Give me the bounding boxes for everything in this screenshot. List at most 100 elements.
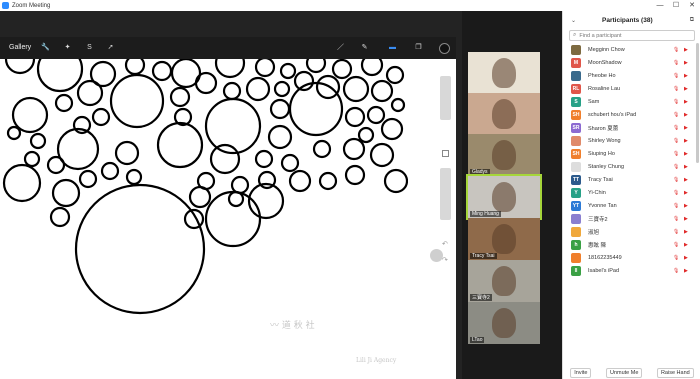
eyedropper-button[interactable] xyxy=(442,150,449,157)
window-controls: — ☐ ✕ xyxy=(652,0,700,11)
participant-name: Sharon 夏蕾 xyxy=(588,125,619,132)
close-button[interactable]: ✕ xyxy=(684,0,700,11)
participant-row[interactable]: II Isabel's iPad 🎙 ▶ xyxy=(563,264,695,277)
participant-row[interactable]: Pheobe Ho 🎙 ▶ xyxy=(563,69,695,82)
invite-button[interactable]: Invite xyxy=(570,368,592,378)
cursor-indicator xyxy=(430,249,443,262)
smudge-icon[interactable]: ✎ xyxy=(360,43,369,52)
collapse-chevron-icon[interactable]: ⌄ xyxy=(571,17,576,24)
muted-mic-icon: 🎙 xyxy=(673,124,680,131)
participant-name: 惠眩 陳 xyxy=(588,242,607,249)
avatar: S xyxy=(571,96,581,107)
video-tile-name: 三寶寺2 xyxy=(470,294,492,301)
video-off-icon: ▶ xyxy=(684,59,688,66)
participant-row[interactable]: TT Tracy Tsai 🎙 ▶ xyxy=(563,173,695,186)
participant-name: 18162235449 xyxy=(588,254,622,261)
redo-button[interactable]: ↷ xyxy=(442,256,448,264)
participant-row[interactable]: Shirley Wong 🎙 ▶ xyxy=(563,134,695,147)
muted-mic-icon: 🎙 xyxy=(673,241,680,248)
participant-video xyxy=(492,140,516,170)
participant-name: Siuping Ho xyxy=(588,150,615,157)
video-off-icon: ▶ xyxy=(684,241,688,248)
participant-name: Pheobe Ho xyxy=(588,72,616,79)
muted-mic-icon: 🎙 xyxy=(673,85,680,92)
participant-row[interactable]: YT Yvonne Tan 🎙 ▶ xyxy=(563,199,695,212)
unmute-me-button[interactable]: Unmute Me xyxy=(605,368,643,378)
muted-mic-icon: 🎙 xyxy=(673,176,680,183)
participant-name: schubert hou's iPad xyxy=(588,111,637,118)
video-off-icon: ▶ xyxy=(684,150,688,157)
participant-row[interactable]: S Sam 🎙 ▶ xyxy=(563,95,695,108)
video-tile[interactable] xyxy=(468,93,540,135)
participant-row[interactable]: Y Yi-Chin 🎙 ▶ xyxy=(563,186,695,199)
participant-row[interactable]: SR Sharon 夏蕾 🎙 ▶ xyxy=(563,121,695,134)
video-tile[interactable]: Tracy Tsai xyxy=(468,218,540,260)
avatar: RL xyxy=(571,83,581,94)
video-off-icon: ▶ xyxy=(684,46,688,53)
eraser-icon[interactable]: ▬ xyxy=(388,43,397,52)
video-off-icon: ▶ xyxy=(684,163,688,170)
muted-mic-icon: 🎙 xyxy=(673,189,680,196)
avatar xyxy=(571,44,581,55)
wrench-icon[interactable]: 🔧 xyxy=(41,43,50,52)
undo-button[interactable]: ↶ xyxy=(442,240,448,248)
video-tile[interactable]: LTao xyxy=(468,302,540,344)
video-off-icon: ▶ xyxy=(684,228,688,235)
avatar: II xyxy=(571,265,581,276)
participant-row[interactable]: 18162235449 🎙 ▶ xyxy=(563,251,695,264)
muted-mic-icon: 🎙 xyxy=(673,163,680,170)
video-tile[interactable]: Gladys xyxy=(468,134,540,176)
popout-icon[interactable]: ⧉ xyxy=(690,17,694,24)
muted-mic-icon: 🎙 xyxy=(673,111,680,118)
raise-hand-button[interactable]: Raise Hand xyxy=(656,368,694,378)
magic-wand-icon[interactable]: ✦ xyxy=(63,43,72,52)
participant-row[interactable]: 三寶寺2 🎙 ▶ xyxy=(563,212,695,225)
participant-row[interactable]: SH Siuping Ho 🎙 ▶ xyxy=(563,147,695,160)
selection-icon[interactable]: S xyxy=(85,43,94,52)
participant-row[interactable]: h 惠眩 陳 🎙 ▶ xyxy=(563,238,695,251)
video-off-icon: ▶ xyxy=(684,254,688,261)
muted-mic-icon: 🎙 xyxy=(673,137,680,144)
video-tile[interactable] xyxy=(468,52,540,94)
avatar xyxy=(571,135,581,146)
participant-search[interactable]: ⌕ Find a participant xyxy=(569,30,695,41)
participant-row[interactable]: 淑旭 🎙 ▶ xyxy=(563,225,695,238)
participant-row[interactable]: Megginn Chow 🎙 ▶ xyxy=(563,43,695,56)
participant-row[interactable]: Stanley Chung 🎙 ▶ xyxy=(563,160,695,173)
participant-name: Stanley Chung xyxy=(588,163,625,170)
layers-icon[interactable]: ❐ xyxy=(414,43,423,52)
scrollbar[interactable] xyxy=(696,43,699,163)
brush-icon[interactable]: ／ xyxy=(336,43,345,52)
minimize-button[interactable]: — xyxy=(652,0,668,11)
participant-name: Shirley Wong xyxy=(588,137,621,144)
muted-mic-icon: 🎙 xyxy=(673,46,680,53)
video-tile[interactable]: 三寶寺2 xyxy=(468,260,540,302)
participant-name: 淑旭 xyxy=(588,229,600,236)
video-off-icon: ▶ xyxy=(684,215,688,222)
transform-icon[interactable]: ➚ xyxy=(106,43,115,52)
participant-row[interactable]: SH schubert hou's iPad 🎙 ▶ xyxy=(563,108,695,121)
muted-mic-icon: 🎙 xyxy=(673,254,680,261)
video-tile-name: LTao xyxy=(470,337,485,343)
muted-mic-icon: 🎙 xyxy=(673,215,680,222)
search-icon: ⌕ xyxy=(573,32,577,38)
search-placeholder: Find a participant xyxy=(579,32,622,39)
brush-size-slider[interactable] xyxy=(440,76,451,120)
drawing-canvas[interactable] xyxy=(0,59,408,379)
muted-mic-icon: 🎙 xyxy=(673,228,680,235)
zoom-logo-icon xyxy=(2,2,9,9)
maximize-button[interactable]: ☐ xyxy=(668,0,684,11)
video-tile[interactable]: Ming Huang xyxy=(466,174,542,220)
color-picker[interactable] xyxy=(439,43,450,54)
avatar: M xyxy=(571,57,581,68)
avatar xyxy=(571,213,581,224)
participant-name: 三寶寺2 xyxy=(588,216,608,223)
avatar: SR xyxy=(571,122,581,133)
participant-row[interactable]: RL Rosaline Lau 🎙 ▶ xyxy=(563,82,695,95)
participant-row[interactable]: M MoonShadow 🎙 ▶ xyxy=(563,56,695,69)
participant-name: Megginn Chow xyxy=(588,46,625,53)
avatar: h xyxy=(571,239,581,250)
gallery-button[interactable]: Gallery xyxy=(9,44,31,51)
video-off-icon: ▶ xyxy=(684,267,688,274)
opacity-slider[interactable] xyxy=(440,168,451,220)
